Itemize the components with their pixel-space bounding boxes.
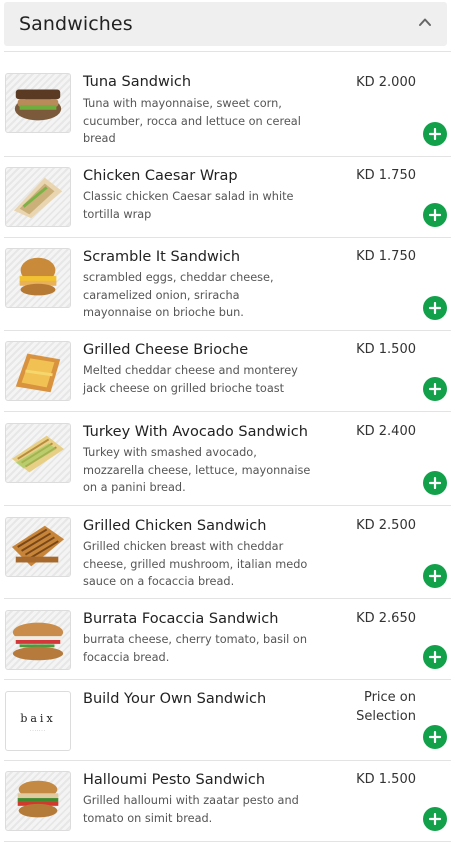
- item-price: Price on Selection: [356, 690, 416, 724]
- item-name: Tuna Sandwich: [83, 74, 192, 90]
- plus-icon: [429, 302, 441, 314]
- plus-icon: [429, 128, 441, 140]
- plus-icon: [429, 570, 441, 582]
- item-photo: [5, 73, 71, 133]
- item-description: burrata cheese, cherry tomato, basil on …: [83, 633, 307, 664]
- item-price: KD 1.500: [356, 772, 416, 787]
- logo-text: baix: [20, 712, 56, 725]
- plus-icon: [429, 731, 441, 743]
- brand-logo: baix ·······: [5, 691, 71, 751]
- item-name: Burrata Focaccia Sandwich: [83, 611, 279, 627]
- item-name: Chicken Caesar Wrap: [83, 168, 238, 184]
- item-photo: [5, 423, 71, 483]
- plus-icon: [429, 209, 441, 221]
- item-photo: [5, 517, 71, 577]
- add-to-cart-button[interactable]: [423, 471, 447, 495]
- menu-item[interactable]: Grilled Cheese Brioche Melted cheddar ch…: [4, 330, 451, 411]
- add-to-cart-button[interactable]: [423, 807, 447, 831]
- menu-item[interactable]: Scramble It Sandwich scrambled eggs, che…: [4, 237, 451, 330]
- item-description: Turkey with smashed avocado, mozzarella …: [83, 446, 311, 494]
- plus-icon: [429, 651, 441, 663]
- item-name: Grilled Cheese Brioche: [83, 342, 249, 358]
- add-to-cart-button[interactable]: [423, 203, 447, 227]
- menu-item-list: Tuna Sandwich Tuna with mayonnaise, swee…: [0, 51, 455, 842]
- add-to-cart-button[interactable]: [423, 296, 447, 320]
- item-photo: [5, 341, 71, 401]
- plus-icon: [429, 383, 441, 395]
- item-description: Melted cheddar cheese and monterey jack …: [83, 364, 298, 395]
- add-to-cart-button[interactable]: [423, 725, 447, 749]
- item-name: Build Your Own Sandwich: [83, 691, 267, 707]
- menu-item[interactable]: Halloumi Pesto Sandwich Grilled halloumi…: [4, 760, 451, 842]
- item-name: Grilled Chicken Sandwich: [83, 518, 267, 534]
- item-price: KD 2.650: [356, 611, 416, 626]
- item-description: Grilled chicken breast with cheddar chee…: [83, 540, 308, 588]
- add-to-cart-button[interactable]: [423, 564, 447, 588]
- item-description: Tuna with mayonnaise, sweet corn, cucumb…: [83, 97, 301, 145]
- item-price: KD 1.750: [356, 249, 416, 264]
- add-to-cart-button[interactable]: [423, 122, 447, 146]
- item-price: KD 1.500: [356, 342, 416, 357]
- menu-item[interactable]: baix ······· Build Your Own Sandwich Pri…: [4, 679, 451, 760]
- item-price: KD 2.400: [356, 424, 416, 439]
- plus-icon: [429, 477, 441, 489]
- item-photo: [5, 610, 71, 670]
- item-price: KD 1.750: [356, 168, 416, 183]
- add-to-cart-button[interactable]: [423, 377, 447, 401]
- item-price: KD 2.500: [356, 518, 416, 533]
- chevron-up-icon[interactable]: [417, 14, 433, 30]
- item-description: Grilled halloumi with zaatar pesto and t…: [83, 794, 299, 825]
- menu-item[interactable]: Turkey With Avocado Sandwich Turkey with…: [4, 411, 451, 505]
- menu-item[interactable]: Burrata Focaccia Sandwich burrata cheese…: [4, 598, 451, 679]
- item-photo: [5, 167, 71, 227]
- item-photo: [5, 771, 71, 831]
- item-name: Halloumi Pesto Sandwich: [83, 772, 266, 788]
- item-photo: [5, 248, 71, 308]
- section-header-sandwiches[interactable]: Sandwiches: [4, 2, 447, 46]
- item-description: scrambled eggs, cheddar cheese, carameli…: [83, 271, 274, 319]
- plus-icon: [429, 813, 441, 825]
- item-price: KD 2.000: [356, 75, 416, 90]
- item-description: Classic chicken Caesar salad in white to…: [83, 190, 294, 221]
- item-name: Turkey With Avocado Sandwich: [83, 424, 308, 440]
- item-name: Scramble It Sandwich: [83, 249, 241, 265]
- add-to-cart-button[interactable]: [423, 645, 447, 669]
- menu-item[interactable]: Tuna Sandwich Tuna with mayonnaise, swee…: [4, 51, 451, 156]
- menu-item[interactable]: Grilled Chicken Sandwich Grilled chicken…: [4, 505, 451, 598]
- logo-subline: ·······: [30, 728, 46, 733]
- menu-item[interactable]: Chicken Caesar Wrap Classic chicken Caes…: [4, 156, 451, 237]
- section-title: Sandwiches: [19, 13, 133, 35]
- menu-page: Sandwiches Tuna Sandwich Tuna with mayon…: [0, 0, 455, 843]
